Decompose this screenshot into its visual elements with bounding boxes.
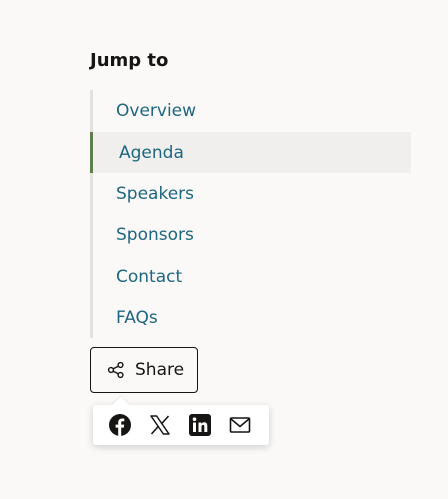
share-button-label: Share — [135, 360, 185, 380]
nav-item-agenda[interactable]: Agenda — [90, 132, 411, 173]
x-twitter-icon[interactable] — [149, 414, 171, 436]
nav-item-faqs[interactable]: FAQs — [90, 297, 411, 338]
nav-item-sponsors[interactable]: Sponsors — [90, 214, 411, 255]
nav-item-contact[interactable]: Contact — [90, 256, 411, 297]
email-icon[interactable] — [229, 414, 251, 436]
share-icon — [107, 361, 125, 379]
linkedin-icon[interactable] — [189, 414, 211, 436]
nav-item-speakers[interactable]: Speakers — [90, 173, 411, 214]
nav-item-overview[interactable]: Overview — [90, 90, 411, 131]
facebook-icon[interactable] — [109, 414, 131, 436]
jump-to-nav: Overview Agenda Speakers Sponsors Contac… — [90, 90, 411, 338]
share-button[interactable]: Share — [90, 347, 198, 393]
jump-to-heading: Jump to — [90, 50, 169, 71]
share-menu — [93, 405, 269, 445]
